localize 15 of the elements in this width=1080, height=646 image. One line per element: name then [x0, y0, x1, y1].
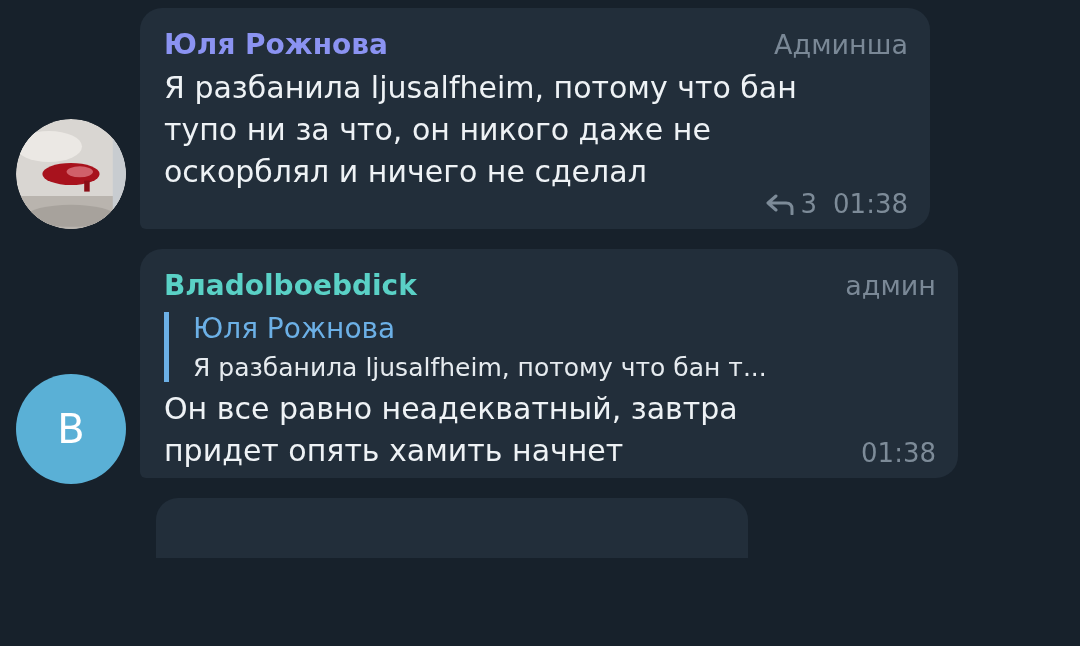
role-label: Админша — [774, 29, 908, 60]
replies-link[interactable]: 3 — [764, 189, 818, 219]
reply-quote[interactable]: Юля Рожнова Я разбанила ljusalfheim, потому что бан т... — [164, 312, 936, 382]
message-text: Он все равно неадекватный, завтра придет опять хамить начнет — [164, 390, 739, 470]
author-name: Юля Рожнова — [164, 28, 388, 61]
message-time: 01:38 — [833, 189, 908, 219]
quote-text: Я разбанила ljusalfheim, потому что бан т... — [193, 353, 768, 382]
role-label: админ — [845, 270, 936, 301]
user-avatar: B — [16, 374, 126, 484]
reply-count: 3 — [800, 189, 818, 219]
author-name: Влаdolboebdick — [164, 269, 417, 302]
quote-author: Юля Рожнова — [193, 312, 397, 345]
message-text: Я разбанила ljusalfheim, потому что бан тупо ни за что, он никого даже не оскорблял и ничего не сделал — [164, 69, 798, 191]
message-time: 01:38 — [861, 438, 936, 468]
reply-icon — [764, 193, 795, 215]
